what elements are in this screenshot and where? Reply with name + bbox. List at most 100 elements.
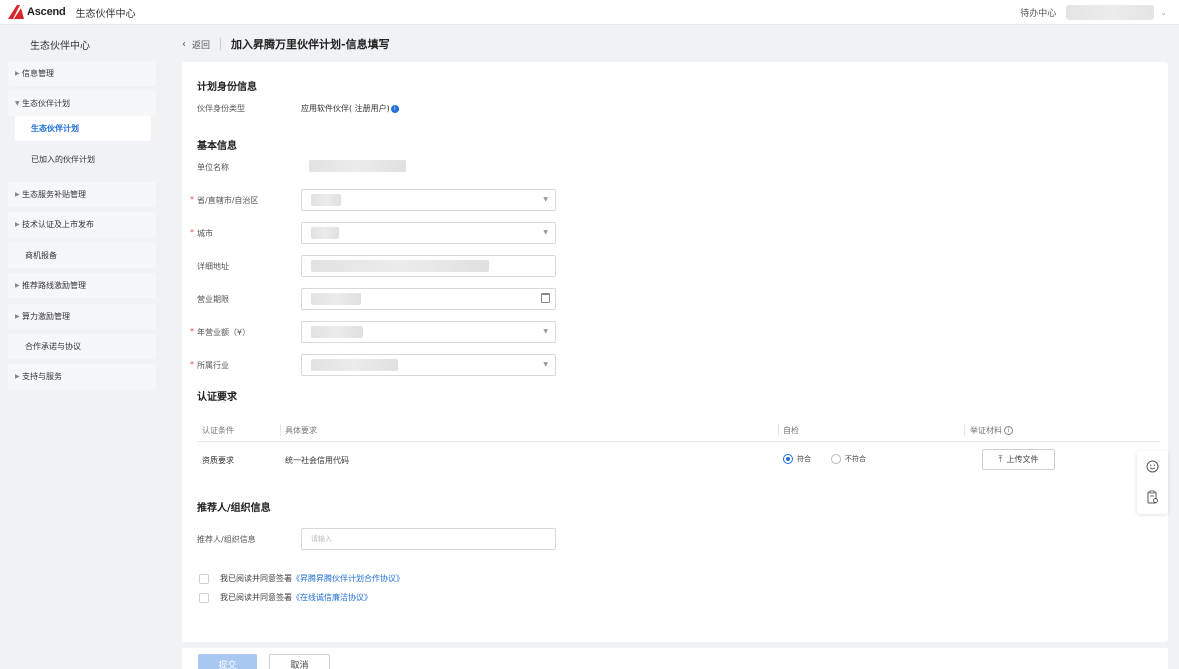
sidebar-item-label: 算力激励管理 (22, 312, 70, 321)
sidebar-item-label: 技术认证及上市发布 (22, 220, 94, 229)
sidebar-item-certification[interactable]: ▶ 技术认证及上市发布 (8, 212, 156, 237)
section-title-cert-req: 认证要求 (197, 392, 237, 403)
agreement-checkbox[interactable] (199, 573, 209, 584)
label-city: * 城市 (190, 228, 213, 238)
address-input[interactable] (301, 255, 556, 277)
label-industry: * 所属行业 (190, 360, 229, 370)
th-selfcheck: 自检 (783, 426, 799, 435)
chevron-right-icon: ▶ (15, 313, 20, 320)
sidebar-item-label: 推荐路线激励管理 (22, 281, 86, 290)
caret-down-icon: ▼ (543, 328, 548, 335)
back-label: 返回 (192, 40, 211, 51)
section-title-basic-info: 基本信息 (197, 141, 237, 152)
label-business-term: 营业期限 (197, 295, 229, 304)
info-icon[interactable]: i (390, 104, 399, 113)
radio-checked-icon (783, 454, 793, 464)
cancel-button[interactable]: 取消 (269, 654, 330, 669)
chevron-down-icon: ▼ (15, 100, 20, 107)
calendar-icon (541, 293, 550, 303)
chevron-left-icon: ‹ (182, 38, 186, 50)
sidebar-item-support[interactable]: ▶ 支持与服务 (8, 364, 156, 389)
business-term-date-picker[interactable] (301, 288, 556, 310)
referrer-input[interactable]: 请输入 (301, 528, 556, 550)
page-header: ‹ 返回 加入昇腾万里伙伴计划-信息填写 (182, 36, 390, 52)
agreement-checkbox-row[interactable]: 我已阅读并同意签署 《在线诚信廉洁协议》 (199, 592, 372, 603)
floating-toolbar (1137, 451, 1168, 514)
sidebar-item-partner-program[interactable]: ▼ 生态伙伴计划 (8, 91, 156, 116)
section-title-plan-identity: 计划身份信息 (197, 82, 257, 93)
th-requirement: 具体要求 (285, 426, 317, 435)
smile-icon[interactable] (1145, 459, 1160, 474)
agreement-prefix: 我已阅读并同意签署 (220, 574, 292, 583)
label-referrer: 推荐人/组织信息 (197, 535, 256, 544)
radio-unchecked-icon (831, 454, 841, 464)
app-title: 生态伙伴中心 (75, 8, 136, 20)
org-name-value (309, 160, 406, 174)
sidebar-item-label: 支持与服务 (22, 372, 62, 381)
clipboard-icon[interactable] (1145, 489, 1160, 504)
upload-icon: ⤒ (998, 454, 1003, 465)
label-partner-type: 伙伴身份类型 (197, 104, 245, 113)
integrity-agreement-link[interactable]: 《在线诚信廉洁协议》 (292, 592, 372, 603)
agreement-checkbox[interactable] (199, 592, 209, 603)
sidebar-title: 生态伙伴中心 (30, 41, 90, 52)
radio-comply[interactable]: 符合 (783, 454, 811, 464)
partner-agreement-link[interactable]: 《昇腾昇腾伙伴计划合作协议》 (292, 573, 404, 584)
partner-type-text: 应用软件伙伴( 注册用户) (301, 104, 390, 113)
top-bar: Ascend 生态伙伴中心 待办中心 ⌄ (0, 0, 1179, 25)
label-org-name: 单位名称 (197, 163, 229, 172)
back-button[interactable]: ‹ 返回 (182, 38, 210, 51)
page-title: 加入昇腾万里伙伴计划-信息填写 (231, 38, 390, 51)
chevron-down-icon[interactable]: ⌄ (1160, 8, 1167, 17)
sidebar-item-label: 生态伙伴计划 (22, 99, 70, 108)
radio-not-comply[interactable]: 不符合 (831, 454, 866, 464)
form-card: 计划身份信息 伙伴身份类型 应用软件伙伴( 注册用户) i 基本信息 单位名称 *… (182, 62, 1168, 642)
logo-text: Ascend (27, 6, 66, 18)
sidebar-item-agreements[interactable]: 合作承诺与协议 (8, 334, 156, 359)
logo[interactable]: Ascend (8, 5, 66, 19)
submit-button[interactable]: 提交 (198, 654, 257, 669)
agreement-prefix: 我已阅读并同意签署 (220, 593, 292, 602)
city-select[interactable]: ▼ (301, 222, 556, 244)
info-icon: i (1004, 426, 1013, 435)
sidebar-item-subsidy[interactable]: ▶ 生态服务补贴管理 (8, 182, 156, 207)
header-divider (220, 38, 222, 50)
sidebar-item-compute-incentive[interactable]: ▶ 算力激励管理 (8, 304, 156, 329)
agreement-checkbox-row[interactable]: 我已阅读并同意签署 《昇腾昇腾伙伴计划合作协议》 (199, 573, 404, 584)
label-revenue: * 年营业额（¥） (190, 327, 251, 337)
sidebar-item-opportunity[interactable]: 商机报备 (8, 243, 156, 268)
revenue-select[interactable]: ▼ (301, 321, 556, 343)
sidebar-subitem-joined-programs[interactable]: 已加入的伙伴计划 (15, 147, 151, 172)
cert-table-header: 认证条件 具体要求 自检 举证材料 i (197, 420, 1160, 442)
sidebar-item-label: 生态服务补贴管理 (22, 190, 86, 199)
province-select[interactable]: ▼ (301, 189, 556, 211)
section-title-referrer: 推荐人/组织信息 (197, 503, 271, 514)
table-row: 资质要求 统一社会信用代码 符合 不符合 ⤒ 上传文件 (197, 443, 1160, 477)
partner-type-value: 应用软件伙伴( 注册用户) i (301, 103, 399, 114)
label-address: 详细地址 (197, 262, 229, 271)
industry-select[interactable]: ▼ (301, 354, 556, 376)
cell-condition: 资质要求 (202, 456, 234, 465)
user-account[interactable] (1066, 5, 1155, 20)
chevron-right-icon: ▶ (15, 191, 20, 198)
th-separator (964, 424, 965, 436)
caret-down-icon: ▼ (543, 196, 548, 203)
sidebar-item-label: 信息管理 (22, 69, 54, 78)
caret-down-icon: ▼ (543, 361, 548, 368)
label-province: * 省/直辖市/自治区 (190, 195, 259, 205)
th-separator (778, 424, 779, 436)
th-separator (280, 424, 281, 436)
ascend-logo-icon (8, 5, 24, 19)
upload-file-button[interactable]: ⤒ 上传文件 (982, 449, 1055, 470)
chevron-right-icon: ▶ (15, 70, 20, 77)
chevron-right-icon: ▶ (15, 221, 20, 228)
caret-down-icon: ▼ (543, 229, 548, 236)
todo-center-link[interactable]: 待办中心 (1020, 6, 1056, 19)
th-evidence: 举证材料 i (970, 425, 1013, 436)
footer-actions: 提交 取消 (182, 648, 1168, 669)
chevron-right-icon: ▶ (15, 373, 20, 380)
sidebar: 生态伙伴中心 ▶ 信息管理 ▼ 生态伙伴计划 生态伙伴计划 已加入的伙伴计划 ▶… (0, 26, 165, 669)
sidebar-subitem-partner-program[interactable]: 生态伙伴计划 (15, 116, 151, 141)
sidebar-item-route-incentive[interactable]: ▶ 推荐路线激励管理 (8, 273, 156, 298)
sidebar-item-info-management[interactable]: ▶ 信息管理 (8, 61, 156, 86)
